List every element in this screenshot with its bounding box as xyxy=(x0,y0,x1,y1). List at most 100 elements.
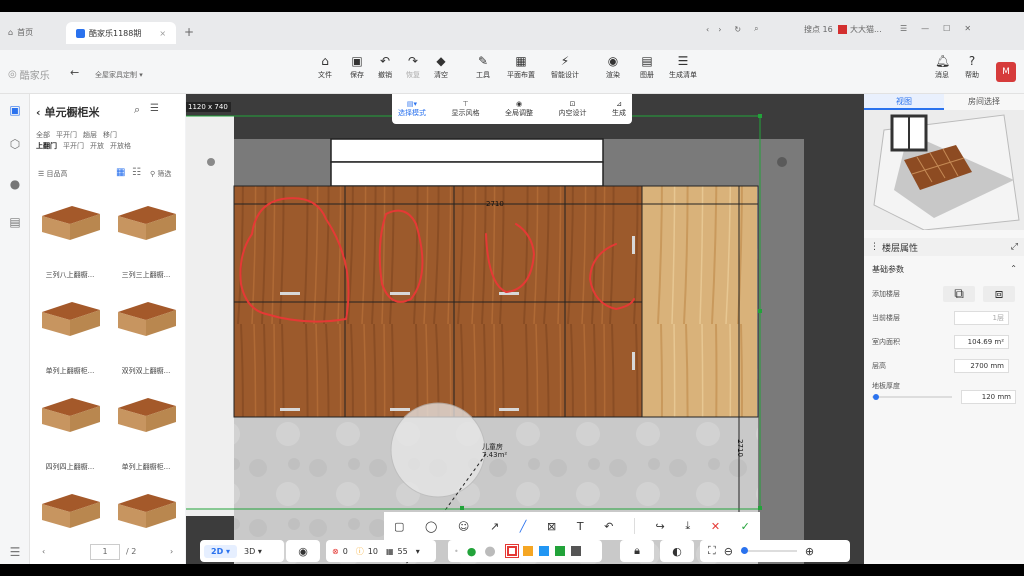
tool-eraser-button[interactable]: ◆ 清空 xyxy=(424,54,458,80)
filter-all[interactable]: 全部 xyxy=(36,130,50,140)
cabinet-label[interactable]: 三列三上翻橱... xyxy=(111,270,181,280)
expand-icon[interactable]: ⤢ xyxy=(1011,242,1018,252)
tab-home[interactable]: ⌂ 首页 xyxy=(8,23,33,41)
filter-flip-up[interactable]: 上翻门 xyxy=(36,141,57,151)
confirm-icon[interactable]: ✓ xyxy=(741,520,750,533)
cabinet-label[interactable]: 单列上翻橱柜... xyxy=(111,462,181,472)
thickness-slider[interactable] xyxy=(872,394,952,400)
brush-large-icon[interactable]: ● xyxy=(484,544,495,559)
color-swatch[interactable] xyxy=(570,546,581,556)
forward-arrow-icon[interactable]: › xyxy=(718,25,721,34)
avatar[interactable]: M xyxy=(996,62,1016,82)
prev-page-icon[interactable]: ‹ xyxy=(42,547,45,556)
pen-tool-icon[interactable]: ╱ xyxy=(520,520,527,533)
lock-button[interactable]: 🔒︎ xyxy=(620,540,654,562)
product-library-icon[interactable]: ▣ xyxy=(7,102,23,118)
global-adjust-button[interactable]: ◉ 全局调整 xyxy=(505,100,533,118)
tool-camera-button[interactable]: ◉ 渲染 xyxy=(596,54,630,80)
select-mode-button[interactable]: ▤▾ 选择模式 xyxy=(398,100,426,118)
list-toggle-icon[interactable]: ☷ xyxy=(132,167,141,178)
refresh-icon[interactable]: ↻ xyxy=(734,25,741,34)
cabinet-thumbnail[interactable] xyxy=(114,490,178,530)
sort-dropdown[interactable]: ☰ 目品高 xyxy=(38,169,68,179)
cabinet-thumbnail[interactable] xyxy=(114,394,178,434)
model-icon[interactable]: ⬡ xyxy=(7,136,23,152)
kujiale-logo[interactable]: ◎ 酷家乐 xyxy=(8,67,50,82)
maximize-icon[interactable]: ☐ xyxy=(943,24,950,33)
color-swatch[interactable] xyxy=(538,546,549,556)
add-floor-button[interactable]: ⧉ xyxy=(943,286,975,302)
new-tab-button[interactable]: + xyxy=(184,23,194,41)
tab-room-select[interactable]: 房间选择 xyxy=(944,94,1024,110)
cabinet-thumbnail[interactable] xyxy=(38,394,102,434)
settings-icon[interactable]: ☰ xyxy=(7,544,23,560)
floor-height-input[interactable]: 2700 mm xyxy=(954,359,1009,373)
share-icon[interactable]: ↪ xyxy=(656,520,665,533)
filter-layer[interactable]: 趟层 xyxy=(83,130,97,140)
thickness-slider-thumb[interactable] xyxy=(873,394,879,400)
tab-kujiale[interactable]: 酷家乐1188期 × xyxy=(66,22,177,44)
view-3d-button[interactable]: 3D ▾ xyxy=(237,545,269,558)
mosaic-tool-icon[interactable]: ⊠ xyxy=(547,520,556,533)
library-header[interactable]: ‹ 单元橱柜米 xyxy=(36,104,100,120)
help-button[interactable]: ? 帮助 xyxy=(955,54,989,80)
arrow-tool-icon[interactable]: ↗ xyxy=(490,520,499,533)
window-controls[interactable]: ☰ — ☐ ✕ xyxy=(900,24,971,33)
zoom-slider-thumb[interactable] xyxy=(740,547,748,554)
cabinet-icon[interactable]: ▤ xyxy=(7,214,23,230)
undo-annot-icon[interactable]: ↶ xyxy=(604,520,613,533)
brush-small-icon[interactable]: • xyxy=(454,547,459,556)
list-view-icon[interactable]: ☰ xyxy=(150,103,159,114)
add-floor-below-button[interactable]: ⧈ xyxy=(983,286,1015,302)
messages-button[interactable]: 🔔︎ 消息 xyxy=(925,54,959,80)
cabinet-label[interactable]: 三列八上翻橱... xyxy=(35,270,105,280)
filter-swing-2[interactable]: 平开门 xyxy=(63,141,84,151)
nav-arrows[interactable]: ‹ › ↻ ⌕ xyxy=(706,24,759,34)
filter-open[interactable]: 开放 xyxy=(90,141,104,151)
tool-smart-button[interactable]: ⚡ 智能设计 xyxy=(548,54,582,80)
tab-view[interactable]: 视图 xyxy=(864,94,944,110)
search-icon[interactable]: ⌕ xyxy=(134,103,140,117)
cabinet-thumbnail[interactable] xyxy=(38,490,102,530)
close-tab-icon[interactable]: × xyxy=(159,29,166,38)
generate-button[interactable]: ⊿ 生成 xyxy=(612,100,626,118)
display-style-button[interactable]: ⊤ 显示风格 xyxy=(452,100,480,118)
brush-medium-icon[interactable]: ● xyxy=(467,545,477,558)
filter-button[interactable]: ⚲ 筛选 xyxy=(150,169,171,179)
user-item[interactable]: 大大猫... xyxy=(838,24,882,35)
emoji-tool-icon[interactable]: ☺ xyxy=(458,520,469,533)
cancel-icon[interactable]: ✕ xyxy=(711,520,720,533)
text-tool-icon[interactable]: T xyxy=(577,520,584,533)
fit-view-icon[interactable]: ⛶ xyxy=(708,544,716,558)
user-icon[interactable]: ● xyxy=(7,176,23,192)
zoom-out-icon[interactable]: ⊖ xyxy=(724,545,733,558)
cabinet-thumbnail[interactable] xyxy=(38,298,102,338)
view-2d-button[interactable]: 2D ▾ xyxy=(204,544,238,558)
search-icon[interactable]: ⌕ xyxy=(754,24,758,34)
color-swatch[interactable] xyxy=(504,544,519,558)
circle-tool-icon[interactable]: ◯ xyxy=(425,520,437,533)
visibility-button[interactable]: ◉ xyxy=(286,540,320,562)
cabinet-thumbnail[interactable] xyxy=(38,202,102,242)
tool-album-button[interactable]: ▤ 图册 xyxy=(630,54,664,80)
next-page-icon[interactable]: › xyxy=(170,547,173,556)
basic-params-header[interactable]: 基础参数 ⌃ xyxy=(872,264,1017,275)
cabinet-thumbnail[interactable] xyxy=(114,202,178,242)
rectangle-tool-icon[interactable]: ▢ xyxy=(394,520,404,533)
status-counts[interactable]: ⊗ 0 ⓘ 10 ▦ 55 ▾ xyxy=(326,540,436,562)
3d-preview[interactable] xyxy=(864,110,1024,230)
page-input[interactable]: 1 xyxy=(90,544,120,560)
cabinet-label[interactable]: 双列双上翻橱... xyxy=(111,366,181,376)
download-icon[interactable]: ⤓ xyxy=(685,519,690,533)
back-chevron-icon[interactable]: ‹ xyxy=(36,106,41,119)
back-button[interactable]: ← xyxy=(70,66,79,79)
tool-wrench-button[interactable]: ✎ 工具 xyxy=(466,54,500,80)
close-window-icon[interactable]: ✕ xyxy=(964,24,971,33)
tool-file-button[interactable]: ⌂ 文件 xyxy=(308,54,342,80)
cabinet-label[interactable]: 单列上翻橱柜... xyxy=(35,366,105,376)
color-swatch[interactable] xyxy=(522,546,533,556)
tool-list-button[interactable]: ☰ 生成清单 xyxy=(666,54,700,80)
cabinet-thumbnail[interactable] xyxy=(114,298,178,338)
layers-button[interactable]: ◐ xyxy=(660,540,694,562)
design-canvas[interactable]: 1120 x 740 2710 2710 儿童房 7.43m² ▤▾ 选择模式 ⊤… xyxy=(186,94,864,564)
